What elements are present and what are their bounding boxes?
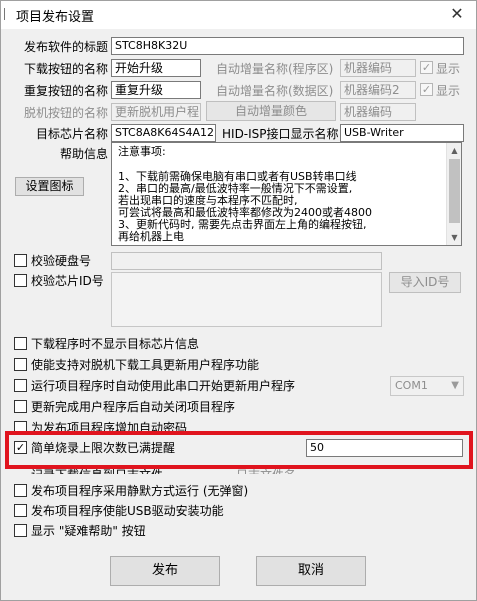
auto-increment-data-label: 自动增量名称(数据区) [216,84,334,98]
option-checkbox[interactable] [14,337,27,350]
show-data-checkbox[interactable]: ✓ [420,83,433,96]
software-title-label: 发布软件的标题 [23,40,108,54]
option-label: 更新完成用户程序后自动关闭项目程序 [31,400,236,414]
auto-increment-program-field[interactable]: 机器编码 [340,59,416,77]
set-icon-button[interactable]: 设置图标 [15,177,84,196]
help-info-label: 帮助信息 [59,147,108,161]
show-program-checkbox[interactable]: ✓ [420,61,433,74]
option-label: 发布项目程序采用静默方式运行 (无弹窗) [31,484,249,498]
app-icon [4,8,8,20]
show-data-label: 显示 [436,84,461,98]
cancel-button[interactable]: 取消 [256,556,366,586]
download-button-name-field[interactable]: 开始升级 [111,59,201,77]
option-checkbox[interactable] [14,484,27,497]
download-button-name-label: 下载按钮的名称 [23,62,108,76]
repeat-button-name-label: 重复按钮的名称 [23,84,108,98]
option-label: 下载程序时不显示目标芯片信息 [31,337,200,351]
chevron-down-icon: ▼ [451,380,459,391]
target-chip-label: 目标芯片名称 [35,127,108,141]
option-checkbox[interactable] [14,358,27,371]
option-label: 使能支持对脱机下载工具更新用户程序功能 [31,358,260,372]
com-port-value: COM1 [395,379,428,392]
help-scrollbar[interactable]: ▲ ▼ [446,143,461,245]
repeat-button-name-field[interactable]: 重复升级 [111,81,201,99]
offline-button-name-label: 脱机按钮的名称 [23,106,108,120]
option-label: 运行项目程序时自动使用此串口开始更新用户程序 [31,379,296,393]
auto-increment-color-button[interactable]: 自动增量颜色 [206,101,336,121]
target-chip-field[interactable]: STC8A8K64S4A12 [111,124,216,142]
auto-increment-data-field[interactable]: 机器编码2 [340,81,416,99]
software-title-field[interactable]: STC8H8K32U [111,37,464,55]
help-line: 注意事项: [118,145,166,158]
chip-id-list[interactable] [111,272,382,327]
hid-display-name-label: HID-ISP接口显示名称 [222,127,339,141]
verify-disk-checkbox[interactable] [14,254,27,267]
scroll-thumb[interactable] [449,159,460,223]
offline-button-name-field[interactable]: 更新脱机用户程 [111,103,201,121]
option-label: 显示 "疑难帮助" 按钮 [31,524,146,538]
close-icon[interactable]: ✕ [438,0,476,28]
help-line: 再给机器上电 [118,230,184,243]
verify-disk-field[interactable] [111,252,382,270]
offline-auto-increment-field[interactable]: 机器编码 [340,103,416,121]
show-program-label: 显示 [436,62,461,76]
verify-disk-label: 校验硬盘号 [31,254,92,268]
highlight-box [5,431,473,469]
option-checkbox[interactable] [14,400,27,413]
import-id-button[interactable]: 导入ID号 [389,272,461,293]
option-label: 发布项目程序使能USB驱动安装功能 [31,504,224,518]
publish-button[interactable]: 发布 [110,556,220,586]
com-port-select[interactable]: COM1 ▼ [390,376,464,396]
scroll-down-icon[interactable]: ▼ [447,230,462,245]
verify-chip-id-checkbox[interactable] [14,274,27,287]
auto-increment-program-label: 自动增量名称(程序区) [216,62,334,76]
verify-chip-id-label: 校验芯片ID号 [31,274,104,288]
option-checkbox[interactable] [14,504,27,517]
help-info-text: 注意事项: 1、下载前需确保电脑有串口或者有USB转串口线 2、串口的最高/最低… [116,143,446,245]
scroll-up-icon[interactable]: ▲ [447,143,462,158]
hid-display-name-field[interactable]: USB-Writer [340,124,464,142]
window-title: 项目发布设置 [16,10,95,25]
option-checkbox[interactable] [14,524,27,537]
option-checkbox[interactable] [14,379,27,392]
